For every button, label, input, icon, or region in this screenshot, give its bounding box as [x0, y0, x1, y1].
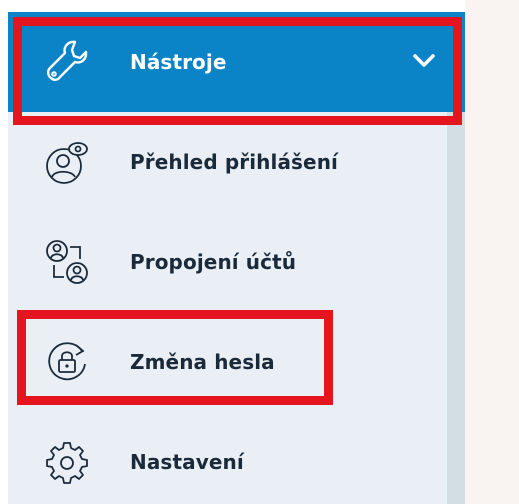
menu-item-label: Propojení účtů [130, 250, 297, 274]
menu-item-label: Změna hesla [130, 350, 275, 374]
lock-refresh-icon [48, 342, 86, 381]
menu-item-tools[interactable]: Nástroje [8, 12, 465, 112]
sidebar-menu: Nástroje Přehled přihlášení Propojení úč… [8, 12, 465, 504]
gear-icon [46, 442, 88, 484]
wrench-icon [47, 40, 88, 81]
menu-item-label: Nastavení [130, 450, 244, 474]
menu-item-linked-accounts[interactable]: Propojení účtů [8, 212, 447, 312]
chevron-down-icon[interactable] [411, 48, 437, 74]
menu-item-label: Přehled přihlášení [130, 150, 339, 174]
login-overview-icon [46, 142, 88, 184]
menu-item-login-overview[interactable]: Přehled přihlášení [8, 112, 447, 212]
menu-item-label: Nástroje [130, 50, 227, 74]
menu-item-change-password[interactable]: Změna hesla [8, 312, 447, 412]
menu-item-settings[interactable]: Nastavení [8, 412, 447, 504]
content-area [465, 0, 519, 504]
linked-accounts-icon [46, 240, 88, 284]
